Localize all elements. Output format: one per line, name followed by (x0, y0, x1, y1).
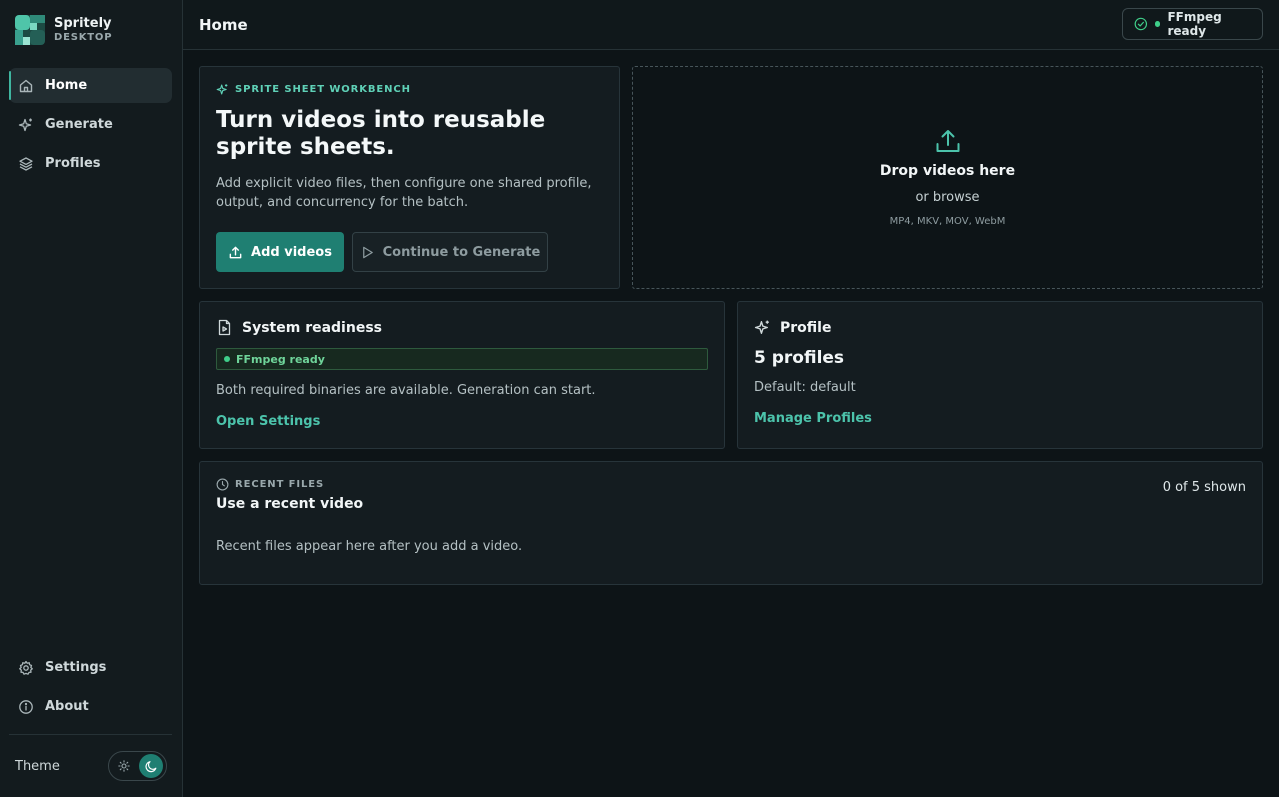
badge-label: FFmpeg ready (236, 352, 325, 366)
default-profile: Default: default (754, 380, 856, 395)
hero-card: SPRITE SHEET WORKBENCH Turn videos into … (199, 66, 620, 289)
sidebar-item-generate[interactable]: Generate (9, 107, 172, 142)
hero-eyebrow: SPRITE SHEET WORKBENCH (216, 83, 411, 96)
recent-count: 0 of 5 shown (1162, 480, 1246, 495)
sidebar-item-label: Profiles (45, 156, 101, 171)
dark-theme-button[interactable] (139, 754, 163, 778)
status-dot (224, 356, 230, 362)
readiness-header: System readiness (216, 319, 382, 336)
browse-link[interactable]: or browse (633, 190, 1262, 205)
recent-eyebrow-text: RECENT FILES (235, 479, 325, 490)
logo-icon (15, 15, 45, 45)
sidebar-item-label: About (45, 699, 89, 714)
recent-eyebrow: RECENT FILES (216, 478, 324, 491)
continue-to-generate-button[interactable]: Continue to Generate (352, 232, 548, 272)
brand: Spritely DESKTOP (15, 15, 112, 45)
hero-eyebrow-text: SPRITE SHEET WORKBENCH (235, 84, 411, 95)
recent-files-card: RECENT FILES Use a recent video 0 of 5 s… (199, 461, 1263, 585)
video-dropzone[interactable]: Drop videos here or browse MP4, MKV, MOV… (632, 66, 1263, 289)
manage-profiles-link[interactable]: Manage Profiles (754, 411, 872, 426)
status-dot (1154, 21, 1161, 27)
profile-title: Profile (780, 319, 832, 336)
sidebar-item-home[interactable]: Home (9, 68, 172, 103)
profile-card: Profile 5 profiles Default: default Mana… (737, 301, 1263, 449)
add-videos-label: Add videos (251, 244, 332, 260)
file-video-icon (218, 319, 231, 336)
theme-label: Theme (15, 758, 60, 774)
sidebar-item-settings[interactable]: Settings (9, 650, 172, 685)
top-bar: Home FFmpeg ready (183, 0, 1279, 50)
readiness-title: System readiness (242, 319, 382, 336)
sidebar-item-label: Settings (45, 660, 107, 675)
sparkles-icon (18, 118, 32, 131)
secondary-nav: Settings About (9, 650, 172, 728)
theme-switcher: Theme (15, 751, 167, 781)
sidebar-item-label: Generate (45, 117, 113, 132)
clock-icon (216, 478, 229, 491)
sidebar-divider (9, 734, 172, 735)
sparkles-icon (754, 320, 769, 335)
recent-title: Use a recent video (216, 496, 364, 512)
open-settings-link[interactable]: Open Settings (216, 414, 320, 429)
play-icon (362, 246, 373, 258)
main-nav: Home Generate Profiles (9, 68, 172, 185)
system-readiness-card: System readiness FFmpeg ready Both requi… (199, 301, 725, 449)
info-icon (19, 699, 33, 714)
status-label: FFmpeg ready (1167, 10, 1222, 38)
moon-icon (144, 760, 156, 772)
supported-formats: MP4, MKV, MOV, WebM (889, 216, 1006, 227)
sidebar-item-profiles[interactable]: Profiles (9, 146, 172, 181)
profile-count: 5 profiles (754, 348, 845, 368)
hero-title: Turn videos into reusable sprite sheets. (216, 107, 546, 160)
readiness-text: Both required binaries are available. Ge… (216, 383, 596, 398)
recent-empty-state: Recent files appear here after you add a… (216, 539, 523, 554)
theme-toggle[interactable] (108, 751, 167, 781)
dropzone-title: Drop videos here (879, 163, 1016, 179)
sun-icon (118, 760, 130, 772)
sidebar-item-about[interactable]: About (9, 689, 172, 724)
home-icon (19, 79, 33, 92)
sparkles-icon (216, 84, 228, 95)
ffmpeg-status-button[interactable]: FFmpeg ready (1122, 8, 1263, 40)
ffmpeg-status-badge: FFmpeg ready (216, 348, 708, 370)
upload-icon (936, 130, 960, 152)
page-title: Home (199, 16, 248, 34)
add-videos-button[interactable]: Add videos (216, 232, 344, 272)
hero-description: Add explicit video files, then configure… (216, 176, 592, 210)
layers-icon (19, 156, 33, 171)
app-subtitle: DESKTOP (54, 32, 113, 43)
app-name: Spritely (54, 16, 112, 31)
light-theme-button[interactable] (112, 754, 136, 778)
profile-header: Profile (754, 319, 831, 336)
sidebar-item-label: Home (45, 78, 88, 93)
upload-icon (229, 246, 242, 258)
check-circle-icon (1134, 17, 1148, 31)
sidebar: Spritely DESKTOP Home Generate Profiles (0, 0, 183, 797)
gear-icon (19, 660, 33, 675)
continue-label: Continue to Generate (382, 244, 541, 260)
